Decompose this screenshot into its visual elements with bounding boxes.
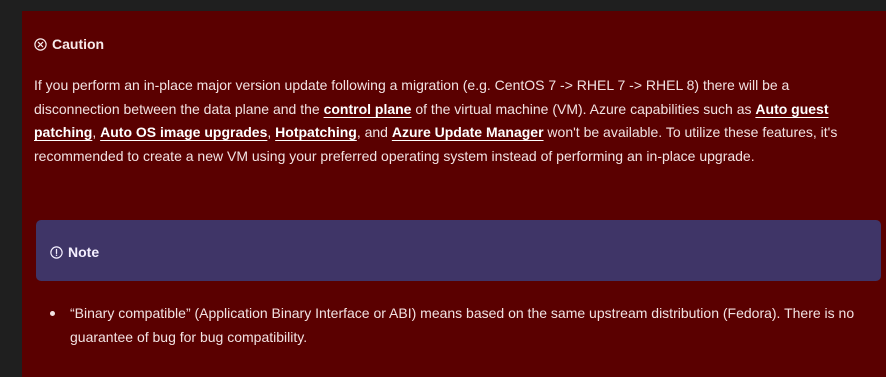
azure-update-manager-link[interactable]: Azure Update Manager xyxy=(392,124,544,140)
note-list: “Binary compatible” (Application Binary … xyxy=(50,302,868,349)
auto-os-image-upgrades-link[interactable]: Auto OS image upgrades xyxy=(100,124,267,140)
note-header: Note xyxy=(50,244,99,260)
bullet-dot xyxy=(50,311,55,316)
caution-separator: , xyxy=(92,124,101,141)
caution-header: Caution xyxy=(34,36,104,52)
note-title: Note xyxy=(68,244,100,260)
caution-separator: , xyxy=(267,124,276,141)
hotpatching-link[interactable]: Hotpatching xyxy=(275,124,357,140)
list-item: “Binary compatible” (Application Binary … xyxy=(50,302,868,349)
control-plane-link[interactable]: control plane xyxy=(324,101,412,117)
caution-title: Caution xyxy=(52,36,105,52)
info-circle-icon xyxy=(50,245,63,259)
circle-x-icon xyxy=(34,37,47,51)
caution-body: If you perform an in-place major version… xyxy=(34,74,870,168)
caution-separator: , and xyxy=(356,124,392,141)
caution-callout: Caution If you perform an in-place major… xyxy=(22,11,886,377)
note-callout: Note xyxy=(36,220,881,281)
caution-text: of the virtual machine (VM). Azure capab… xyxy=(411,100,756,117)
note-list-item-text: “Binary compatible” (Application Binary … xyxy=(70,305,855,345)
page: Caution If you perform an in-place major… xyxy=(0,0,886,377)
